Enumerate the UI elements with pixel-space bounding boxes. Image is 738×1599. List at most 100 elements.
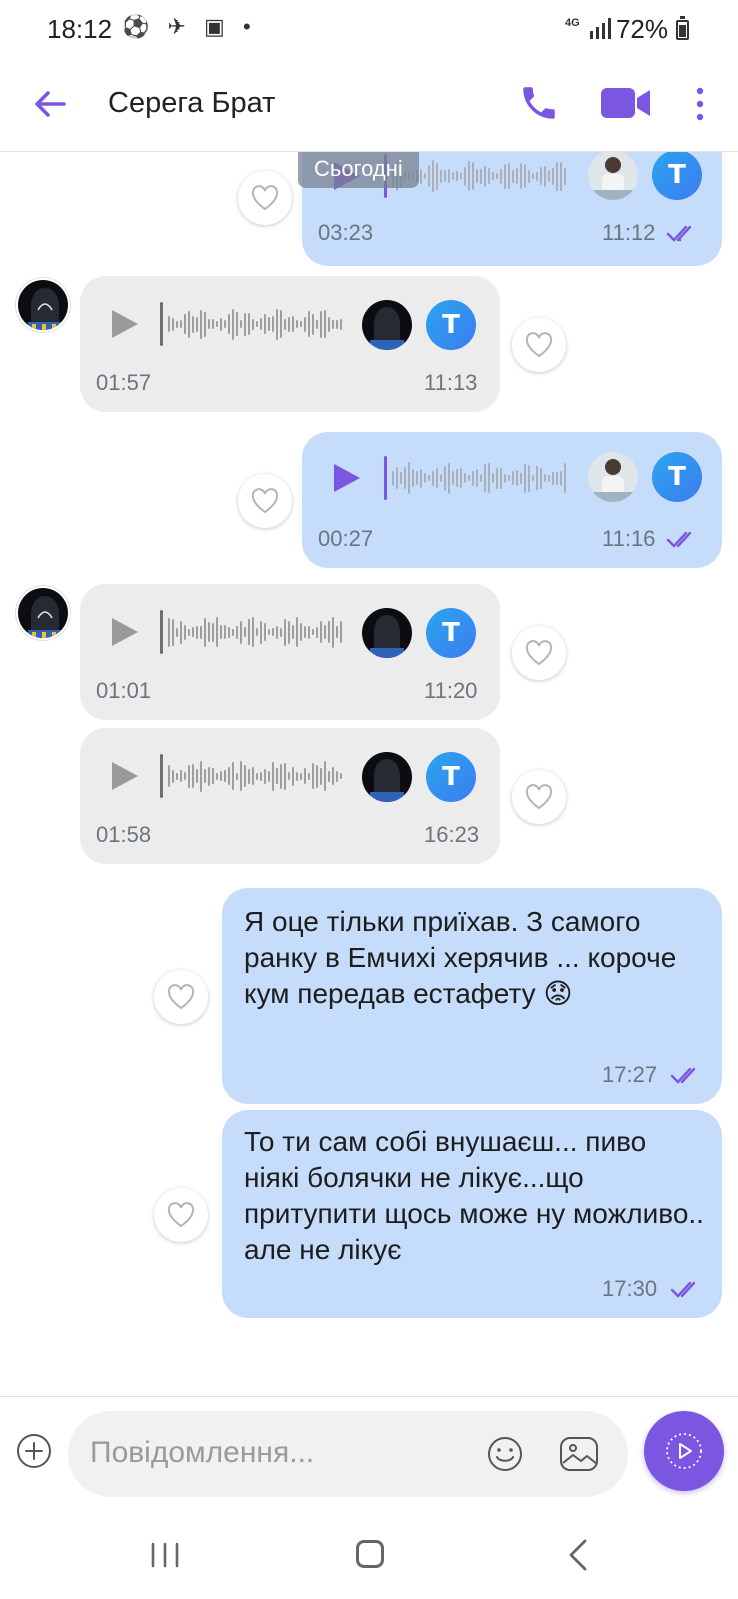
emoji-icon[interactable] — [486, 1435, 524, 1473]
playback-position[interactable] — [160, 610, 163, 654]
waveform-bar — [336, 319, 338, 329]
waveform-bar — [180, 320, 182, 328]
transcribe-badge[interactable]: T — [426, 608, 476, 658]
waveform-bar — [500, 467, 502, 489]
play-icon[interactable] — [110, 308, 140, 340]
record-send-button[interactable] — [644, 1411, 724, 1491]
waveform-bar — [284, 762, 286, 790]
transcribe-badge[interactable]: T — [652, 152, 702, 200]
waveform-bar — [200, 625, 202, 639]
message-field[interactable] — [68, 1411, 628, 1497]
waveform-bar — [252, 617, 254, 647]
home-icon[interactable] — [356, 1540, 384, 1568]
sender-avatar — [588, 452, 638, 502]
waveform-bar — [316, 319, 318, 329]
back-icon[interactable] — [568, 1538, 588, 1572]
chat-title[interactable]: Серега Брат — [108, 87, 275, 120]
message-time: 11:20 — [424, 678, 478, 703]
waveform-bar — [320, 621, 322, 643]
waveform-bar — [564, 167, 566, 185]
waveform-bar — [288, 772, 290, 780]
peer-avatar[interactable] — [16, 586, 70, 640]
waveform-bar — [216, 321, 218, 327]
waveform-bar — [312, 763, 314, 789]
waveform-bar — [200, 309, 202, 339]
like-button[interactable] — [238, 171, 292, 225]
add-attachment-icon[interactable] — [16, 1433, 52, 1469]
like-button[interactable] — [154, 970, 208, 1024]
play-icon[interactable] — [110, 616, 140, 648]
waveform-bar — [516, 168, 518, 184]
message-time: 17:27 — [602, 1062, 658, 1087]
phone-icon[interactable] — [518, 82, 560, 124]
transcribe-badge[interactable]: T — [426, 752, 476, 802]
waveform-bar — [332, 616, 334, 648]
message-input[interactable] — [90, 1431, 470, 1475]
system-navigation-bar — [0, 1504, 738, 1599]
like-button[interactable] — [512, 626, 566, 680]
back-arrow-icon[interactable] — [30, 84, 70, 124]
waveform-bar — [248, 313, 250, 335]
waveform-bar — [224, 770, 226, 782]
recent-apps-icon[interactable] — [150, 1542, 180, 1568]
waveform-bar — [324, 310, 326, 338]
text-message[interactable]: Я оце тільки приїхав. З самого ранку в Е… — [222, 888, 722, 1104]
video-icon[interactable] — [600, 84, 652, 122]
waveform-bar — [460, 173, 462, 179]
like-button[interactable] — [154, 1188, 208, 1242]
play-icon[interactable] — [110, 760, 140, 792]
voice-waveform[interactable] — [168, 758, 342, 794]
waveform-bar — [248, 768, 250, 784]
waveform-bar — [536, 171, 538, 181]
waveform-bar — [444, 170, 446, 182]
waveform-bar — [280, 627, 282, 637]
waveform-bar — [184, 772, 186, 780]
voice-waveform[interactable] — [168, 614, 342, 650]
waveform-bar — [256, 772, 258, 780]
waveform-bar — [168, 617, 170, 647]
more-vertical-icon[interactable] — [690, 84, 710, 124]
waveform-bar — [520, 472, 522, 484]
waveform-bar — [308, 772, 310, 780]
waveform-bar — [256, 628, 258, 636]
waveform-bar — [540, 167, 542, 185]
waveform-bar — [260, 771, 262, 781]
playback-position[interactable] — [384, 456, 387, 500]
waveform-bar — [484, 165, 486, 187]
gallery-icon[interactable] — [558, 1435, 600, 1473]
waveform-bar — [204, 617, 206, 647]
like-button[interactable] — [238, 474, 292, 528]
playback-position[interactable] — [160, 754, 163, 798]
sender-avatar — [588, 152, 638, 200]
waveform-bar — [444, 465, 446, 491]
voice-message[interactable]: T 01:01 11:20 — [80, 584, 500, 720]
message-list[interactable]: T 03:23 11:12 Сьогодні T 01:57 11:13 T 0… — [0, 152, 738, 1396]
like-button[interactable] — [512, 770, 566, 824]
like-button[interactable] — [512, 318, 566, 372]
waveform-bar — [280, 763, 282, 789]
waveform-bar — [540, 467, 542, 489]
waveform-bar — [284, 318, 286, 330]
text-message[interactable]: То ти сам собі внушаєш... пиво ніякі бол… — [222, 1110, 722, 1318]
voice-message[interactable]: T 00:27 11:16 — [302, 432, 722, 568]
playback-position[interactable] — [160, 302, 163, 346]
voice-message[interactable]: T 01:58 16:23 — [80, 728, 500, 864]
waveform-bar — [196, 625, 198, 639]
waveform-bar — [220, 771, 222, 781]
voice-waveform[interactable] — [392, 460, 566, 496]
waveform-bar — [268, 770, 270, 782]
waveform-bar — [544, 165, 546, 187]
peer-avatar[interactable] — [16, 278, 70, 332]
waveform-bar — [244, 312, 246, 336]
waveform-bar — [324, 761, 326, 791]
waveform-bar — [240, 620, 242, 644]
play-icon[interactable] — [332, 462, 362, 494]
voice-message[interactable]: T 01:57 11:13 — [80, 276, 500, 412]
waveform-bar — [248, 619, 250, 645]
voice-waveform[interactable] — [168, 306, 342, 342]
waveform-bar — [532, 475, 534, 481]
waveform-bar — [272, 316, 274, 332]
transcribe-badge[interactable]: T — [426, 300, 476, 350]
transcribe-badge[interactable]: T — [652, 452, 702, 502]
waveform-bar — [560, 161, 562, 191]
